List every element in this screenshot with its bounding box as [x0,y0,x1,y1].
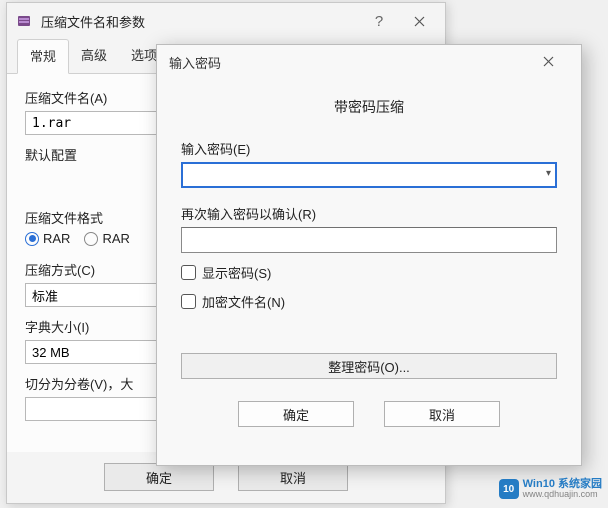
watermark: 10 Win10 系统家园 www.qdhuajin.com [499,478,602,500]
watermark-line2: www.qdhuajin.com [523,490,602,500]
enter-password-input[interactable] [181,162,557,188]
radio-icon [25,232,39,246]
titlebar: 压缩文件名和参数 ? [7,3,445,39]
checkbox-icon [181,265,196,280]
close-button[interactable] [543,55,577,70]
radio-label: RAR [102,231,129,246]
help-button[interactable]: ? [359,7,399,35]
ok-button[interactable]: 确定 [238,401,354,427]
enter-password-label: 输入密码(E) [181,139,557,158]
password-content: 带密码压缩 输入密码(E) ▾ 再次输入密码以确认(R) 显示密码(S) 加密文… [157,79,581,427]
password-footer: 确定 取消 [181,401,557,427]
ok-button[interactable]: 确定 [104,463,214,491]
method-value: 标准 [32,286,58,305]
radio-label: RAR [43,231,70,246]
tab-general[interactable]: 常规 [17,39,69,74]
dialog-title: 压缩文件名和参数 [41,12,359,31]
dict-value: 32 MB [32,345,70,360]
organize-passwords-button[interactable]: 整理密码(O)... [181,353,557,379]
show-password-checkbox[interactable]: 显示密码(S) [181,263,557,282]
encrypt-names-label: 加密文件名(N) [202,292,285,311]
format-radio-rar[interactable]: RAR [25,231,70,246]
dialog-footer: 确定 取消 [7,463,445,491]
cancel-button[interactable]: 取消 [384,401,500,427]
radio-icon [84,232,98,246]
password-dialog: 输入密码 带密码压缩 输入密码(E) ▾ 再次输入密码以确认(R) 显示密码(S… [156,44,582,466]
show-password-label: 显示密码(S) [202,263,271,282]
watermark-badge: 10 [499,479,519,499]
password-dialog-title: 输入密码 [169,53,221,72]
encrypt-names-checkbox[interactable]: 加密文件名(N) [181,292,557,311]
password-titlebar: 输入密码 [157,45,581,79]
format-radio-rar4[interactable]: RAR [84,231,129,246]
reenter-password-label: 再次输入密码以确认(R) [181,204,557,223]
reenter-password-input[interactable] [181,227,557,253]
cancel-button[interactable]: 取消 [238,463,348,491]
close-button[interactable] [399,7,439,35]
app-icon [15,12,33,30]
tab-advanced[interactable]: 高级 [69,39,119,73]
checkbox-icon [181,294,196,309]
password-heading: 带密码压缩 [181,97,557,117]
